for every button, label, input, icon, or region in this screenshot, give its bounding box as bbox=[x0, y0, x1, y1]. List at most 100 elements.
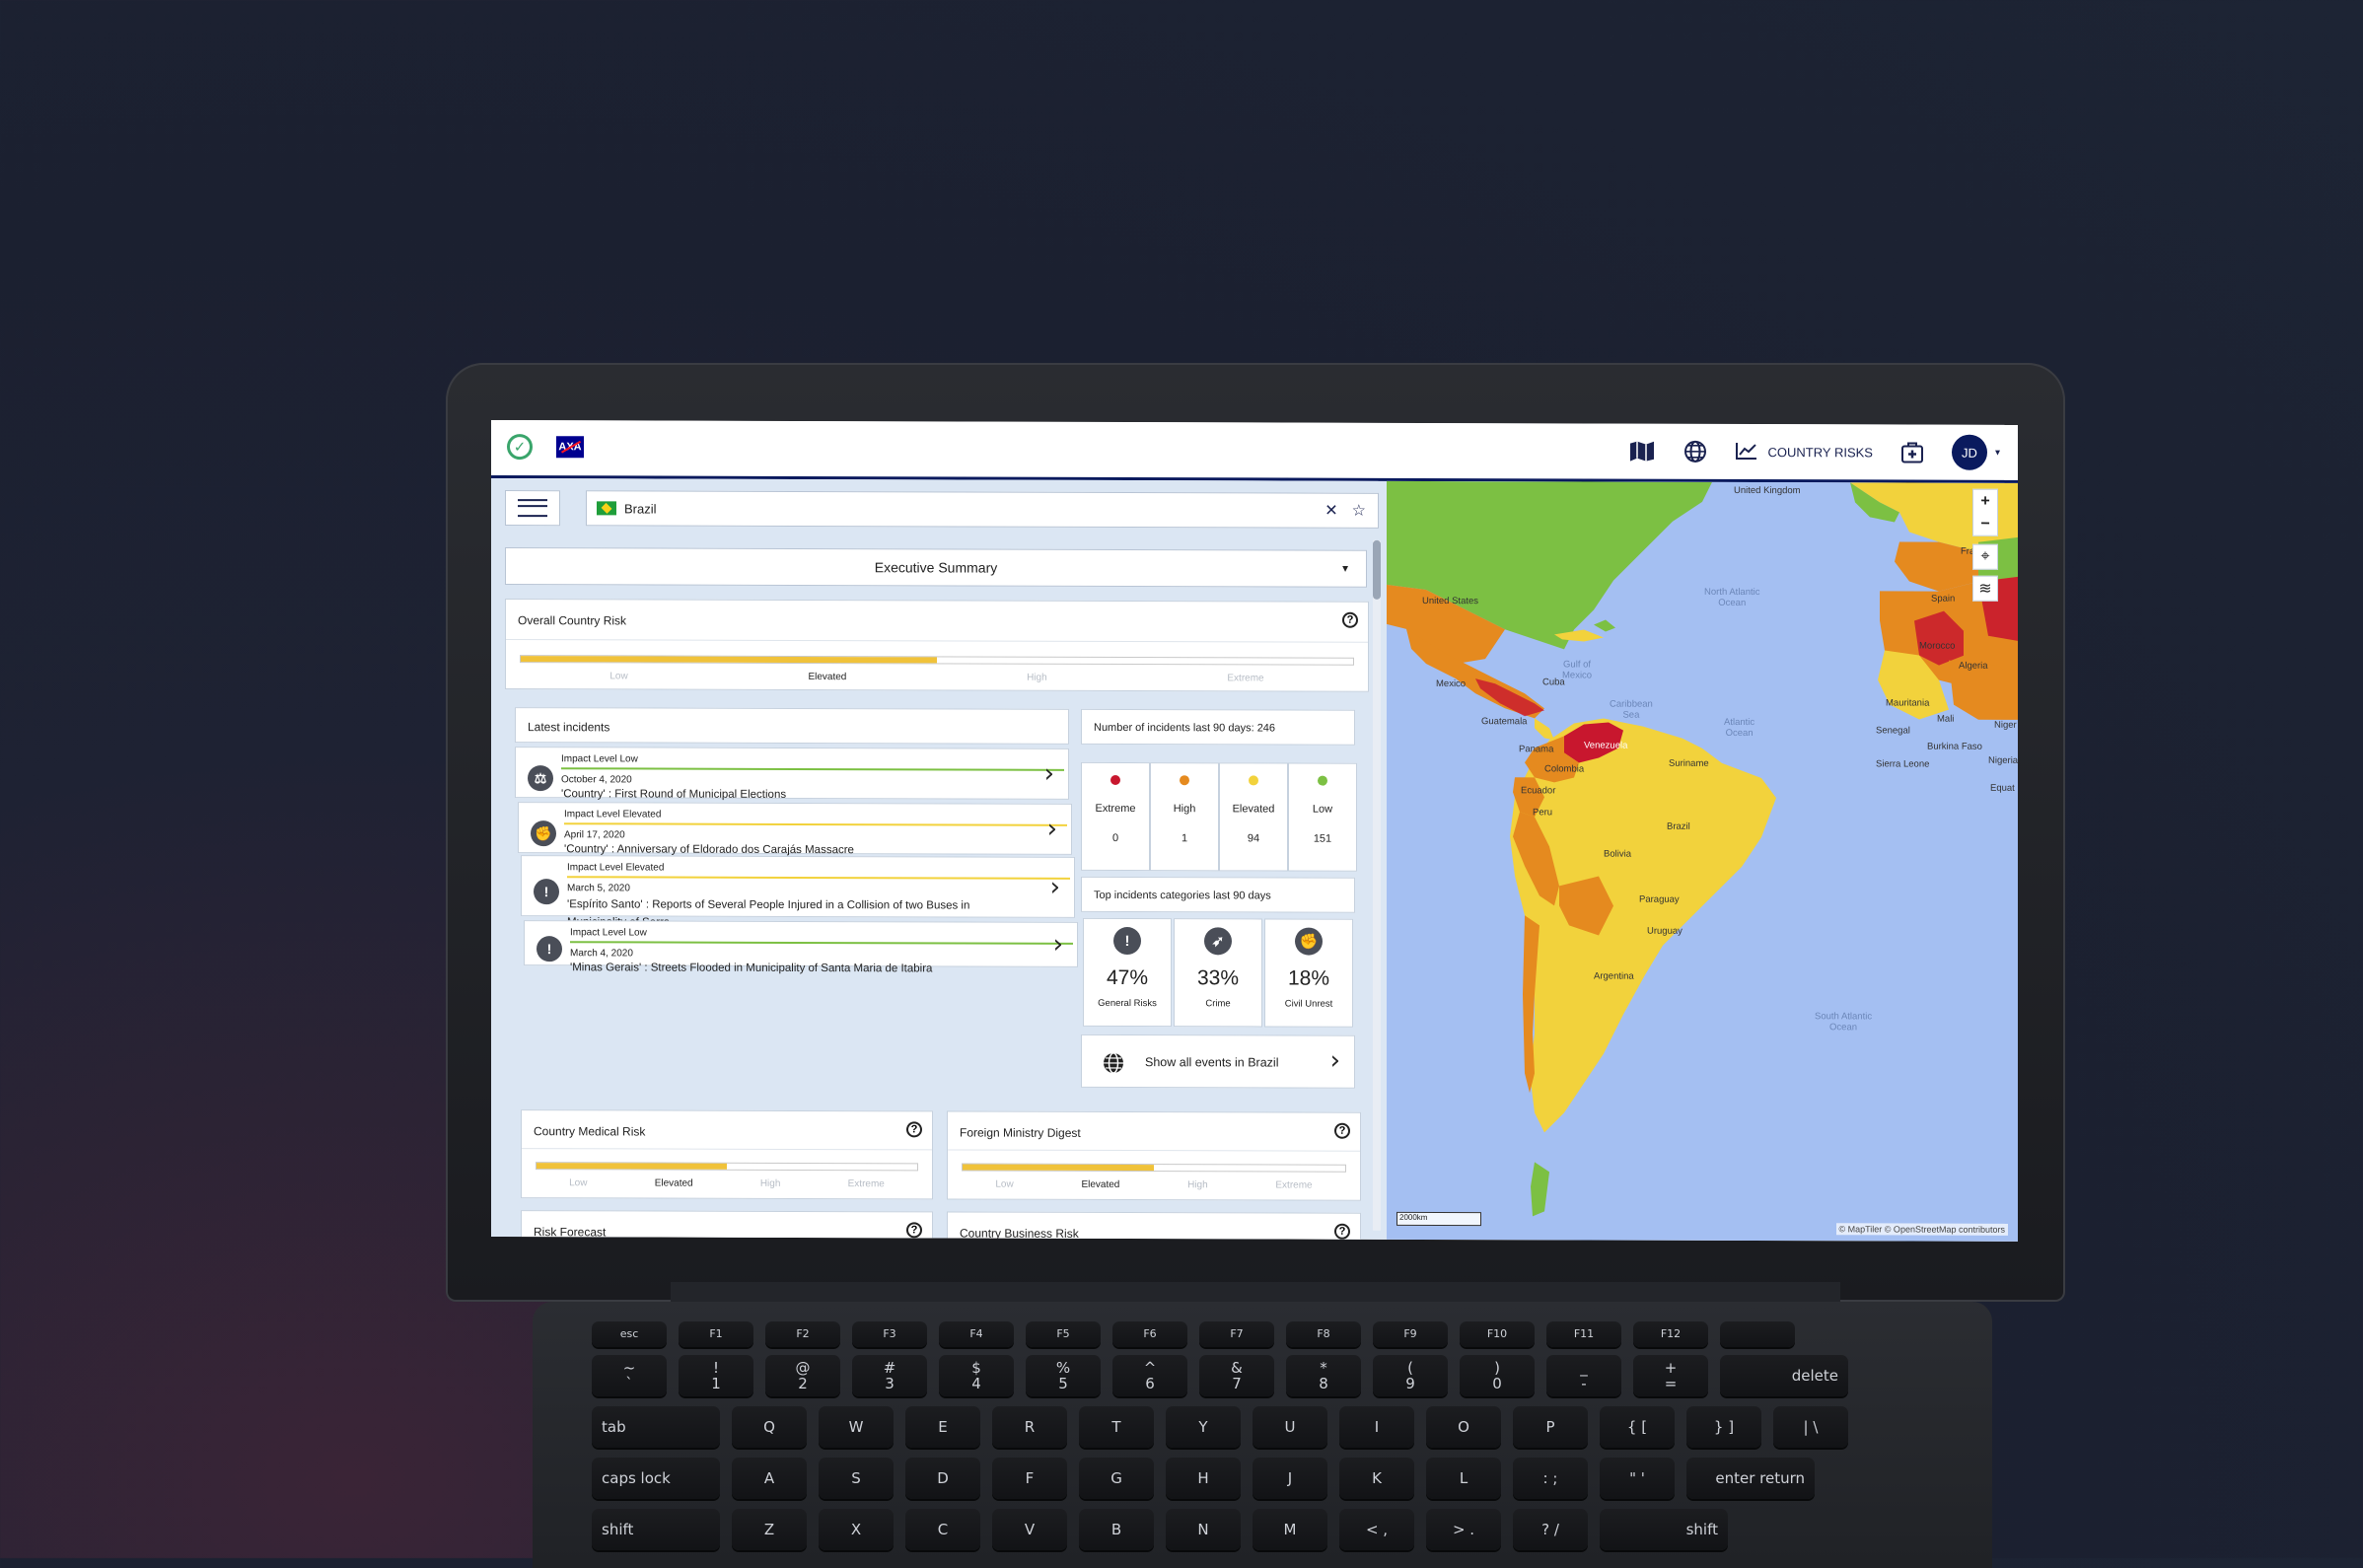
key[interactable]: F1 bbox=[679, 1321, 753, 1347]
key[interactable]: B bbox=[1079, 1509, 1154, 1550]
key[interactable]: F3 bbox=[852, 1321, 927, 1347]
star-icon[interactable]: ☆ bbox=[1352, 501, 1366, 521]
key[interactable]: N bbox=[1166, 1509, 1241, 1550]
key[interactable]: shift bbox=[1600, 1509, 1728, 1550]
medical-kit-icon[interactable] bbox=[1898, 438, 1926, 465]
nav-country-risks[interactable]: COUNTRY RISKS bbox=[1735, 440, 1873, 463]
key[interactable]: { [ bbox=[1600, 1406, 1675, 1448]
category-box[interactable]: ✊ 18% Civil Unrest bbox=[1264, 918, 1353, 1028]
help-icon[interactable]: ? bbox=[906, 1121, 922, 1138]
category-box[interactable]: ! 47% General Risks bbox=[1083, 917, 1172, 1028]
layers-button[interactable]: ≋ bbox=[1972, 575, 1998, 602]
key[interactable]: P bbox=[1513, 1406, 1588, 1448]
zoom-out-button[interactable]: − bbox=[1980, 514, 1989, 535]
key[interactable]: ? / bbox=[1513, 1509, 1588, 1550]
show-all-events-button[interactable]: Show all events in Brazil › bbox=[1081, 1033, 1355, 1089]
key[interactable]: L bbox=[1426, 1458, 1501, 1499]
key[interactable]: < , bbox=[1339, 1509, 1414, 1550]
key[interactable]: Q bbox=[732, 1406, 807, 1448]
incident-item[interactable]: ⚖ Impact Level Low October 4, 2020 'Country… bbox=[515, 747, 1069, 801]
map-panel[interactable]: United Kingdom France Spain Morocco Alge… bbox=[1387, 480, 2018, 1242]
help-icon[interactable]: ? bbox=[1334, 1223, 1350, 1240]
key[interactable]: ) 0 bbox=[1460, 1355, 1535, 1396]
incident-count-box[interactable]: High 1 bbox=[1150, 762, 1219, 872]
key[interactable]: J bbox=[1253, 1458, 1327, 1499]
key[interactable]: F4 bbox=[939, 1321, 1014, 1347]
key[interactable]: delete bbox=[1720, 1355, 1848, 1396]
country-search[interactable]: Brazil ✕ ☆ bbox=[586, 490, 1379, 529]
key[interactable]: U bbox=[1253, 1406, 1327, 1448]
map-icon[interactable] bbox=[1628, 438, 1656, 465]
key[interactable]: (9 bbox=[1373, 1355, 1448, 1396]
key[interactable]: enter return bbox=[1686, 1458, 1815, 1499]
key[interactable]: X bbox=[819, 1509, 894, 1550]
key[interactable]: : ; bbox=[1513, 1458, 1588, 1499]
avatar-caret-icon[interactable]: ▾ bbox=[1995, 447, 2000, 458]
key[interactable]: G bbox=[1079, 1458, 1154, 1499]
key[interactable]: R bbox=[992, 1406, 1067, 1448]
key[interactable]: " ' bbox=[1600, 1458, 1675, 1499]
key[interactable]: E bbox=[905, 1406, 980, 1448]
key[interactable]: F bbox=[992, 1458, 1067, 1499]
incident-count-box[interactable]: Extreme 0 bbox=[1081, 761, 1150, 872]
incident-item[interactable]: ! Impact Level Low March 4, 2020 'Minas Ger… bbox=[524, 920, 1078, 974]
key[interactable]: F12 bbox=[1633, 1321, 1708, 1347]
incident-count-box[interactable]: Low 151 bbox=[1288, 762, 1357, 872]
key[interactable]: $4 bbox=[939, 1355, 1014, 1396]
section-dropdown[interactable]: Executive Summary ▼ bbox=[505, 547, 1367, 588]
key[interactable]: % 5 bbox=[1026, 1355, 1101, 1396]
key[interactable]: K bbox=[1339, 1458, 1414, 1499]
category-box[interactable]: ➶ 33% Crime bbox=[1174, 918, 1262, 1028]
key[interactable]: ^ 6 bbox=[1112, 1355, 1187, 1396]
key[interactable]: | \ bbox=[1773, 1406, 1848, 1448]
key[interactable]: & 7 bbox=[1199, 1355, 1274, 1396]
key[interactable]: Z bbox=[732, 1509, 807, 1550]
phone-logo-icon[interactable]: ✓ bbox=[507, 434, 533, 461]
key[interactable]: esc bbox=[592, 1321, 667, 1347]
key[interactable]: C bbox=[905, 1509, 980, 1550]
incident-item[interactable]: ✊ Impact Level Elevated April 17, 2020 'Cou… bbox=[518, 802, 1072, 856]
key[interactable]: F10 bbox=[1460, 1321, 1535, 1347]
key[interactable]: #3 bbox=[852, 1355, 927, 1396]
menu-button[interactable] bbox=[505, 490, 560, 527]
key[interactable] bbox=[1720, 1321, 1795, 1347]
key[interactable]: tab bbox=[592, 1406, 720, 1448]
key[interactable]: W bbox=[819, 1406, 894, 1448]
scrollbar-thumb[interactable] bbox=[1373, 539, 1381, 600]
key[interactable]: F11 bbox=[1546, 1321, 1621, 1347]
avatar[interactable]: JD bbox=[1951, 434, 1987, 470]
key[interactable]: _ - bbox=[1546, 1355, 1621, 1396]
key[interactable]: ~ ` bbox=[592, 1355, 667, 1396]
key[interactable]: V bbox=[992, 1509, 1067, 1550]
key[interactable]: S bbox=[819, 1458, 894, 1499]
incident-count-box[interactable]: Elevated 94 bbox=[1219, 762, 1288, 872]
key[interactable]: A bbox=[732, 1458, 807, 1499]
incident-item[interactable]: ! Impact Level Elevated March 5, 2020 'Espí… bbox=[521, 855, 1075, 929]
key[interactable]: F7 bbox=[1199, 1321, 1274, 1347]
scrollbar[interactable] bbox=[1373, 539, 1381, 1231]
key[interactable]: I bbox=[1339, 1406, 1414, 1448]
help-icon[interactable]: ? bbox=[1342, 611, 1358, 628]
key[interactable]: + = bbox=[1633, 1355, 1708, 1396]
key[interactable]: caps lock bbox=[592, 1458, 720, 1499]
key[interactable]: T bbox=[1079, 1406, 1154, 1448]
key[interactable]: D bbox=[905, 1458, 980, 1499]
key[interactable]: } ] bbox=[1686, 1406, 1761, 1448]
key[interactable]: F5 bbox=[1026, 1321, 1101, 1347]
key[interactable]: @2 bbox=[765, 1355, 840, 1396]
zoom-in-button[interactable]: + bbox=[1980, 490, 1989, 514]
help-icon[interactable]: ? bbox=[906, 1222, 922, 1239]
clear-icon[interactable]: ✕ bbox=[1325, 501, 1337, 521]
key[interactable]: shift bbox=[592, 1509, 720, 1550]
key[interactable]: * 8 bbox=[1286, 1355, 1361, 1396]
key[interactable]: F8 bbox=[1286, 1321, 1361, 1347]
key[interactable]: M bbox=[1253, 1509, 1327, 1550]
key[interactable]: F9 bbox=[1373, 1321, 1448, 1347]
key[interactable]: ! 1 bbox=[679, 1355, 753, 1396]
key[interactable]: H bbox=[1166, 1458, 1241, 1499]
key[interactable]: O bbox=[1426, 1406, 1501, 1448]
locate-button[interactable]: ⌖ bbox=[1972, 543, 1998, 570]
key[interactable]: Y bbox=[1166, 1406, 1241, 1448]
key[interactable]: F6 bbox=[1112, 1321, 1187, 1347]
key[interactable]: F2 bbox=[765, 1321, 840, 1347]
